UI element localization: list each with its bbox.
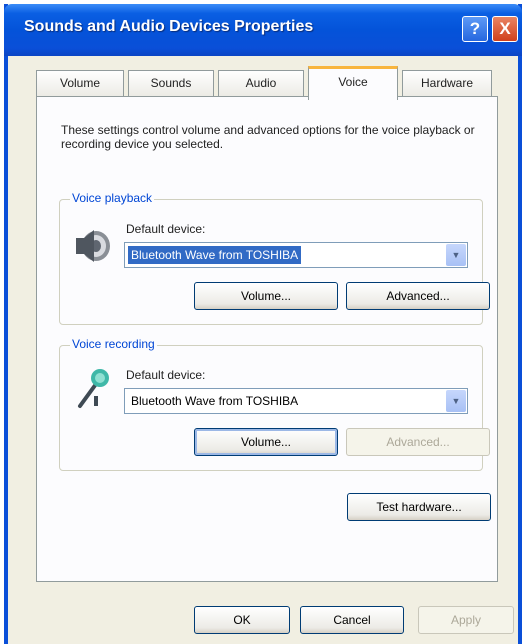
voice-tab-panel: These settings control volume and advanc… (36, 96, 498, 582)
playback-device-label: Default device: (126, 222, 206, 236)
recording-device-value: Bluetooth Wave from TOSHIBA (131, 394, 299, 408)
description-text: These settings control volume and advanc… (61, 123, 475, 151)
playback-volume-button[interactable]: Volume... (194, 282, 338, 310)
chevron-down-icon[interactable]: ▼ (446, 244, 466, 266)
title-bar[interactable]: Sounds and Audio Devices Properties ? X (4, 4, 522, 56)
close-button[interactable]: X (492, 16, 518, 42)
tab-strip: Volume Sounds Audio Voice Hardware (36, 66, 496, 100)
tab-audio[interactable]: Audio (218, 70, 304, 96)
voice-recording-label: Voice recording (70, 337, 157, 351)
recording-advanced-button: Advanced... (346, 428, 490, 456)
voice-recording-group: Voice recording Default device: Bluetoot… (59, 337, 490, 471)
chevron-down-icon[interactable]: ▼ (446, 390, 466, 412)
ok-button[interactable]: OK (194, 606, 290, 634)
recording-device-label: Default device: (126, 368, 206, 382)
microphone-icon (78, 369, 109, 408)
help-button[interactable]: ? (462, 16, 488, 42)
playback-device-select[interactable]: Bluetooth Wave from TOSHIBA ▼ (124, 242, 468, 268)
test-hardware-button[interactable]: Test hardware... (347, 493, 491, 521)
speaker-icon (76, 230, 110, 262)
tab-sounds[interactable]: Sounds (128, 70, 214, 96)
properties-window: Sounds and Audio Devices Properties ? X … (4, 4, 522, 644)
playback-advanced-button[interactable]: Advanced... (346, 282, 490, 310)
tab-volume[interactable]: Volume (36, 70, 124, 96)
apply-button: Apply (418, 606, 514, 634)
recording-volume-button[interactable]: Volume... (194, 428, 338, 456)
voice-playback-label: Voice playback (70, 191, 155, 205)
tab-voice[interactable]: Voice (308, 66, 398, 100)
window-title: Sounds and Audio Devices Properties (24, 18, 314, 35)
voice-playback-group: Voice playback Default device: Bluetooth… (59, 191, 490, 325)
recording-device-select[interactable]: Bluetooth Wave from TOSHIBA ▼ (124, 388, 468, 414)
tab-hardware[interactable]: Hardware (402, 70, 492, 96)
playback-device-value: Bluetooth Wave from TOSHIBA (128, 246, 302, 264)
cancel-button[interactable]: Cancel (300, 606, 404, 634)
